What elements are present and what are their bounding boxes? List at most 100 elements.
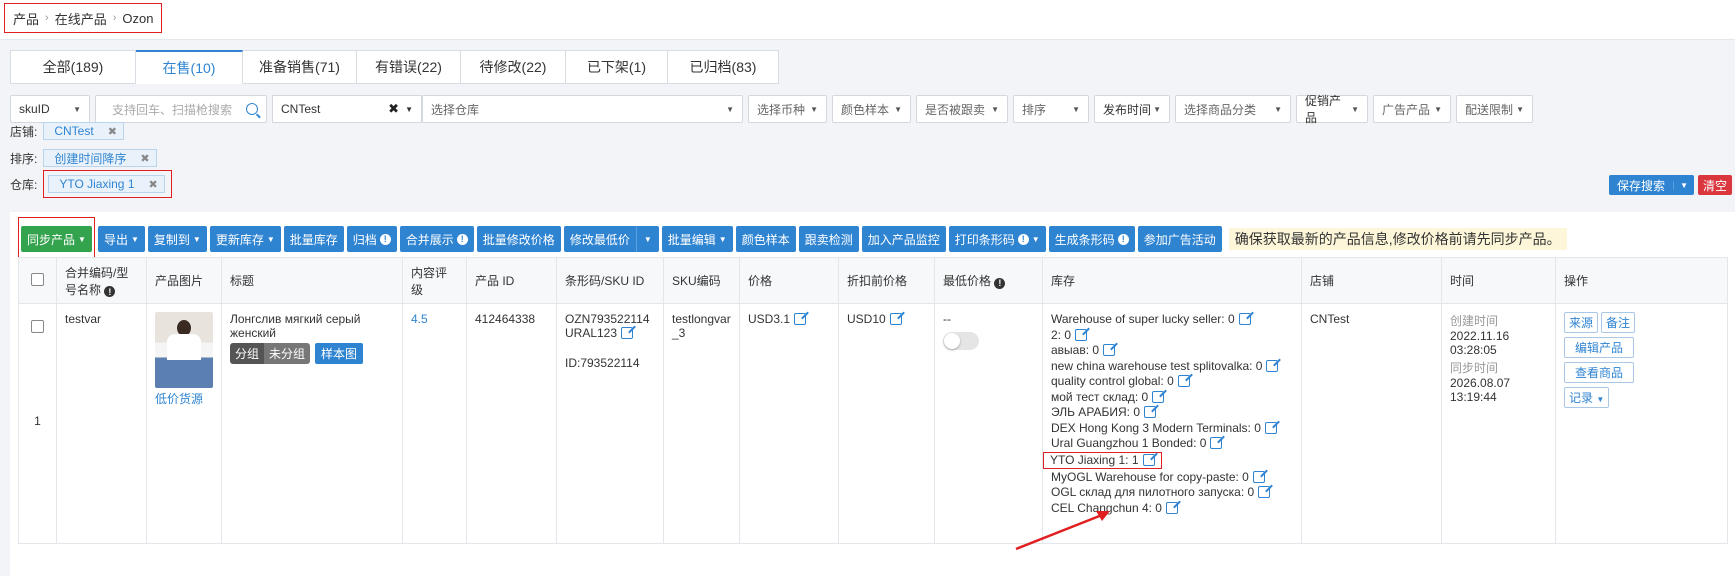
help-icon[interactable]: ! — [104, 286, 116, 297]
clear-icon[interactable]: ✖ — [388, 101, 399, 117]
caret-down-icon: ▼ — [78, 234, 86, 244]
color-sample-select[interactable]: 颜色样本 ▼ — [832, 95, 911, 123]
bulk-edit-button[interactable]: 批量编辑 ▼ — [661, 226, 733, 252]
min-price-toggle[interactable] — [943, 332, 979, 350]
merge-display-button[interactable]: 合并展示! — [399, 226, 474, 252]
edit-icon[interactable] — [1238, 313, 1251, 325]
print-barcode-button[interactable]: 打印条形码! ▼ — [948, 226, 1046, 252]
edit-icon[interactable] — [1177, 375, 1190, 387]
add-monitor-button[interactable]: 加入产品监控 — [861, 226, 946, 252]
stock-line: авыав: 0 — [1051, 343, 1293, 359]
search-icon[interactable] — [246, 103, 258, 115]
product-id-cell: 412464338 — [466, 303, 557, 544]
tab-on-sale[interactable]: 在售(10) — [136, 50, 243, 84]
row-checkbox[interactable] — [31, 320, 44, 333]
color-sample-button[interactable]: 颜色样本 — [735, 226, 796, 252]
copy-to-button[interactable]: 复制到 ▼ — [147, 226, 207, 252]
bulk-stock-button[interactable]: 批量库存 — [283, 226, 344, 252]
sample-image-button[interactable]: 样本图 — [315, 343, 364, 364]
filter-panel: 全部(189) 在售(10) 准备销售(71) 有错误(22) 待修改(22) … — [0, 40, 1735, 222]
edit-icon[interactable] — [1252, 470, 1265, 483]
edit-icon[interactable] — [1266, 359, 1279, 372]
category-select[interactable]: 选择商品分类 ▼ — [1175, 95, 1291, 123]
ad-select[interactable]: 广告产品 ▼ — [1373, 95, 1451, 123]
edit-icon[interactable] — [794, 313, 807, 325]
bulk-price-button[interactable]: 批量修改价格 — [476, 226, 561, 252]
edit-icon[interactable] — [1264, 421, 1277, 434]
chevron-right-icon: › — [112, 12, 117, 24]
edit-icon[interactable] — [1144, 406, 1157, 418]
join-ad-button[interactable]: 参加广告活动 — [1137, 226, 1222, 252]
min-price-button[interactable]: 修改最低价 — [563, 226, 636, 252]
edit-icon[interactable] — [1210, 437, 1223, 449]
image-cell: 低价货源 — [146, 303, 222, 544]
view-product-button[interactable]: 查看商品 — [1564, 362, 1635, 383]
edit-icon[interactable] — [1165, 501, 1178, 514]
ops-cell: 来源 备注 编辑产品 查看商品 记录 ▼ — [1555, 303, 1728, 544]
edit-icon[interactable] — [1075, 328, 1088, 341]
min-price-dropdown[interactable]: ▼ — [635, 226, 659, 252]
edit-product-button[interactable]: 编辑产品 — [1564, 337, 1635, 358]
status-tabs: 全部(189) 在售(10) 准备销售(71) 有错误(22) 待修改(22) … — [10, 50, 779, 84]
breadcrumb-item-online[interactable]: 在线产品 — [55, 9, 107, 28]
tracked-select[interactable]: 是否被跟卖 ▼ — [916, 95, 1008, 123]
gen-barcode-button[interactable]: 生成条形码! — [1048, 226, 1135, 252]
breadcrumb-item-product[interactable]: 产品 — [13, 9, 39, 28]
caret-down-icon: ▼ — [73, 104, 81, 114]
title-cell: Лонгслив мягкий серый женский 分组 未分组 样本图 — [221, 303, 403, 544]
note-button[interactable]: 备注 — [1601, 312, 1636, 333]
tab-all[interactable]: 全部(189) — [10, 50, 136, 84]
select-all-cell — [18, 257, 57, 304]
tab-delisted[interactable]: 已下架(1) — [566, 50, 668, 84]
select-all-checkbox[interactable] — [31, 272, 44, 286]
source-button[interactable]: 来源 — [1564, 312, 1599, 333]
col-title: 标题 — [221, 257, 403, 304]
currency-select[interactable]: 选择币种 ▼ — [748, 95, 827, 123]
stock-line: CEL Changchun 4: 0 — [1051, 501, 1293, 517]
close-icon[interactable]: ✖ — [140, 152, 149, 165]
promo-button[interactable]: 促销产品 ▼ — [1296, 94, 1368, 125]
store-select[interactable]: CNTest ✖ ▼ — [272, 95, 422, 123]
clear-button[interactable]: 清空 — [1697, 175, 1732, 195]
toolbar: 同步产品 ▼ 导出 ▼ 复制到 ▼ 更新库存 ▼ 批量库存 归档! 合并展示! 批量修改… — [18, 217, 1567, 261]
edit-icon[interactable] — [1142, 453, 1155, 466]
update-stock-button[interactable]: 更新库存 ▼ — [209, 226, 281, 252]
caret-down-icon: ▼ — [718, 234, 727, 244]
edit-icon[interactable] — [889, 313, 902, 325]
archive-button[interactable]: 归档! — [346, 226, 397, 252]
caret-down-icon: ▼ — [1351, 104, 1359, 114]
log-button[interactable]: 记录 ▼ — [1564, 387, 1610, 408]
publish-time-button[interactable]: 发布时间 ▼ — [1094, 95, 1170, 123]
sort-select[interactable]: 排序 ▼ — [1013, 95, 1089, 123]
edit-icon[interactable] — [1103, 344, 1116, 356]
tab-archived[interactable]: 已归档(83) — [668, 50, 779, 84]
store-filter-tag: CNTest ✖ — [43, 122, 124, 140]
help-icon[interactable]: ! — [994, 277, 1006, 289]
warehouse-select[interactable]: 选择仓库 ▼ — [422, 95, 743, 123]
follow-check-button[interactable]: 跟卖检测 — [798, 226, 859, 252]
edit-icon[interactable] — [1152, 390, 1165, 403]
edit-icon[interactable] — [1258, 486, 1271, 498]
close-icon[interactable]: ✖ — [149, 178, 158, 191]
rating-link[interactable]: 4.5 — [411, 312, 428, 326]
stock-line-highlighted: YTO Jiaxing 1: 1 — [1043, 451, 1293, 470]
product-thumbnail[interactable] — [155, 312, 213, 388]
search-input[interactable]: 支持回车、扫描枪搜索 — [95, 95, 267, 123]
low-price-source-link[interactable]: 低价货源 — [155, 390, 213, 407]
sync-products-button[interactable]: 同步产品 ▼ — [21, 226, 92, 252]
active-filter-sort: 排序: 创建时间降序 ✖ — [10, 149, 157, 167]
caret-down-icon[interactable]: ▼ — [1673, 180, 1694, 190]
sku-type-select[interactable]: skuID ▼ — [10, 95, 90, 123]
chevron-right-icon: › — [45, 12, 49, 24]
caret-down-icon: ▼ — [643, 234, 652, 244]
tab-pending-edit[interactable]: 待修改(22) — [461, 50, 566, 84]
export-button[interactable]: 导出 ▼ — [97, 226, 145, 252]
info-icon: ! — [1117, 233, 1129, 245]
stock-line: Ural Guangzhou 1 Bonded: 0 — [1051, 436, 1293, 452]
delivery-select[interactable]: 配送限制 ▼ — [1456, 95, 1533, 123]
close-icon[interactable]: ✖ — [108, 125, 117, 138]
save-search-button[interactable]: 保存搜索 ▼ — [1609, 175, 1694, 195]
tab-errors[interactable]: 有错误(22) — [357, 50, 461, 84]
tab-ready[interactable]: 准备销售(71) — [243, 50, 357, 84]
edit-icon[interactable] — [621, 327, 634, 339]
